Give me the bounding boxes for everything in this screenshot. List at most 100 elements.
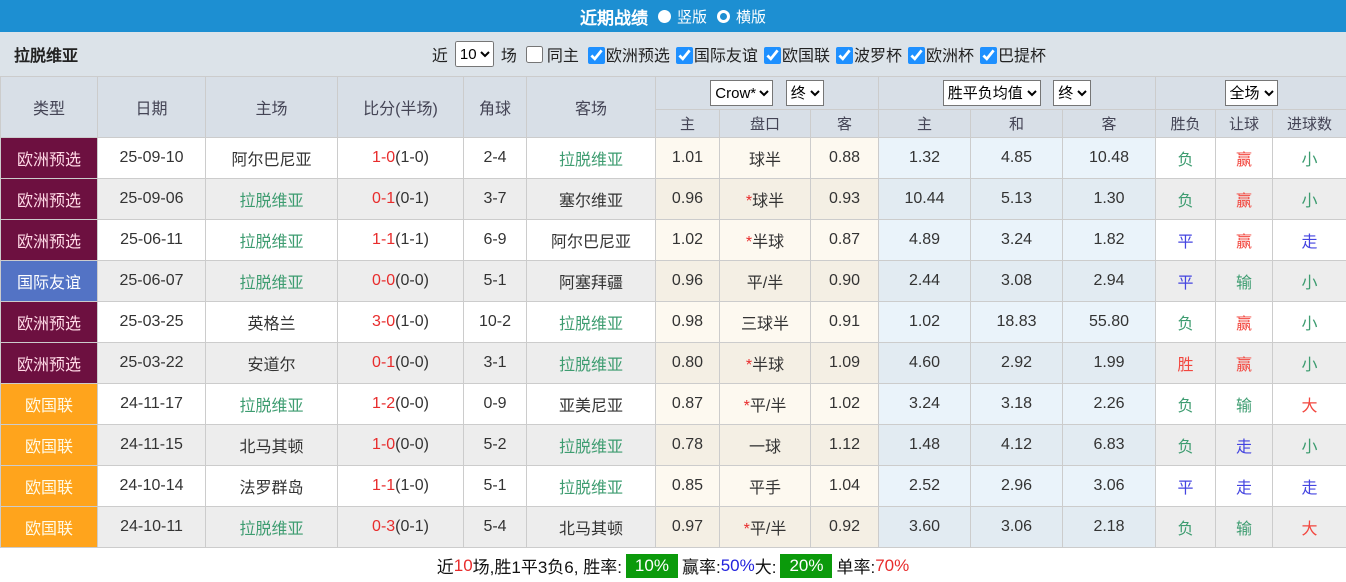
odds-away-cell: 1.12 <box>811 425 879 466</box>
home-team-cell: 拉脱维亚 <box>206 179 338 220</box>
odds-home-cell: 0.85 <box>656 466 720 507</box>
match-date-cell: 24-10-11 <box>98 507 206 548</box>
layout-radio-vertical[interactable]: 竖版 <box>658 6 707 27</box>
competition-label: 巴提杯 <box>998 48 1046 65</box>
home-team-cell: 拉脱维亚 <box>206 220 338 261</box>
home-team-cell: 北马其顿 <box>206 425 338 466</box>
summary-part: 近 <box>437 553 454 578</box>
competition-checkbox[interactable] <box>836 47 853 64</box>
sub-header-mean-draw: 和 <box>971 110 1063 138</box>
competition-checkbox[interactable] <box>588 47 605 64</box>
goals-result-cell: 小 <box>1273 261 1346 302</box>
mean-home-cell: 4.89 <box>879 220 971 261</box>
score-cell: 3-0(1-0) <box>338 302 464 343</box>
mean-home-cell: 2.44 <box>879 261 971 302</box>
mean-away-cell: 1.99 <box>1063 343 1156 384</box>
col-header-type: 类型 <box>1 77 98 138</box>
match-date-cell: 25-06-07 <box>98 261 206 302</box>
odds-home-cell: 0.87 <box>656 384 720 425</box>
match-date-cell: 24-11-15 <box>98 425 206 466</box>
handicap-cell: 平/半 <box>720 261 811 302</box>
competition-label: 欧国联 <box>782 48 830 65</box>
match-count-select[interactable]: 10 <box>455 41 494 67</box>
away-team-cell: 拉脱维亚 <box>527 425 656 466</box>
table-row: 国际友谊25-06-07拉脱维亚0-0(0-0)5-1阿塞拜疆0.96平/半0.… <box>1 261 1346 302</box>
score-cell: 0-3(0-1) <box>338 507 464 548</box>
table-row: 欧国联24-10-11拉脱维亚0-3(0-1)5-4北马其顿0.97*平/半0.… <box>1 507 1346 548</box>
summary-part: 大: <box>755 553 777 578</box>
handicap-result-cell: 输 <box>1216 507 1273 548</box>
radio-unselected-icon[interactable] <box>717 10 730 23</box>
match-type-cell: 欧洲预选 <box>1 179 98 220</box>
corner-cell: 6-9 <box>464 220 527 261</box>
handicap-cell: 三球半 <box>720 302 811 343</box>
odds-dropdowns: Crow* 终 <box>656 77 879 110</box>
score-cell: 1-0(1-0) <box>338 138 464 179</box>
sub-header-odds-away: 客 <box>811 110 879 138</box>
odds-away-cell: 0.92 <box>811 507 879 548</box>
sub-header-handicap-result: 让球 <box>1216 110 1273 138</box>
titlebar: 近期战绩 竖版 横版 <box>0 0 1346 32</box>
col-header-corner: 角球 <box>464 77 527 138</box>
match-type-cell: 欧国联 <box>1 466 98 507</box>
odds-time-select[interactable]: 终 <box>786 80 824 106</box>
wdl-result-cell: 负 <box>1156 384 1216 425</box>
handicap-cell: 平手 <box>720 466 811 507</box>
odds-away-cell: 1.04 <box>811 466 879 507</box>
corner-cell: 5-1 <box>464 466 527 507</box>
sub-header-goals: 进球数 <box>1273 110 1346 138</box>
match-type-cell: 欧洲预选 <box>1 138 98 179</box>
radio-selected-icon[interactable] <box>658 10 671 23</box>
mean-draw-cell: 2.96 <box>971 466 1063 507</box>
odds-away-cell: 0.91 <box>811 302 879 343</box>
away-team-cell: 亚美尼亚 <box>527 384 656 425</box>
away-team-cell: 拉脱维亚 <box>527 343 656 384</box>
corner-cell: 5-2 <box>464 425 527 466</box>
corner-cell: 3-1 <box>464 343 527 384</box>
col-header-home: 主场 <box>206 77 338 138</box>
wdl-result-cell: 负 <box>1156 507 1216 548</box>
mean-draw-cell: 3.08 <box>971 261 1063 302</box>
same-home-checkbox[interactable] <box>526 46 543 63</box>
filter-bar: 拉脱维亚 近 10 场 同主 欧洲预选国际友谊欧国联波罗杯欧洲杯巴提杯 <box>0 32 1346 76</box>
odds-company-select[interactable]: Crow* <box>710 80 773 106</box>
scope-select[interactable]: 全场 <box>1225 80 1278 106</box>
goals-result-cell: 大 <box>1273 384 1346 425</box>
score-cell: 1-0(0-0) <box>338 425 464 466</box>
odds-home-cell: 0.97 <box>656 507 720 548</box>
page-title: 近期战绩 <box>580 4 648 29</box>
table-row: 欧洲预选25-03-25英格兰3-0(1-0)10-2拉脱维亚0.98三球半0.… <box>1 302 1346 343</box>
match-date-cell: 24-10-14 <box>98 466 206 507</box>
col-header-away: 客场 <box>527 77 656 138</box>
competition-label: 国际友谊 <box>694 48 758 65</box>
competition-checkbox[interactable] <box>908 47 925 64</box>
mean-time-select[interactable]: 终 <box>1053 80 1091 106</box>
handicap-cell: 一球 <box>720 425 811 466</box>
mean-draw-cell: 5.13 <box>971 179 1063 220</box>
away-team-cell: 塞尔维亚 <box>527 179 656 220</box>
handicap-cell: *半球 <box>720 343 811 384</box>
table-row: 欧洲预选25-06-11拉脱维亚1-1(1-1)6-9阿尔巴尼亚1.02*半球0… <box>1 220 1346 261</box>
corner-cell: 5-4 <box>464 507 527 548</box>
wdl-result-cell: 平 <box>1156 466 1216 507</box>
col-header-score: 比分(半场) <box>338 77 464 138</box>
mean-away-cell: 55.80 <box>1063 302 1156 343</box>
mean-home-cell: 2.52 <box>879 466 971 507</box>
home-team-cell: 英格兰 <box>206 302 338 343</box>
competition-filters: 欧洲预选国际友谊欧国联波罗杯欧洲杯巴提杯 <box>582 42 1046 66</box>
competition-checkbox[interactable] <box>764 47 781 64</box>
score-cell: 1-1(1-1) <box>338 220 464 261</box>
radio-horizontal-label: 横版 <box>736 6 766 27</box>
match-type-cell: 欧洲预选 <box>1 220 98 261</box>
score-cell: 0-1(0-1) <box>338 179 464 220</box>
mean-draw-cell: 4.12 <box>971 425 1063 466</box>
wdl-result-cell: 胜 <box>1156 343 1216 384</box>
wdl-result-cell: 负 <box>1156 302 1216 343</box>
competition-checkbox[interactable] <box>676 47 693 64</box>
mean-select[interactable]: 胜平负均值 <box>943 80 1041 106</box>
mean-away-cell: 2.26 <box>1063 384 1156 425</box>
mean-away-cell: 1.30 <box>1063 179 1156 220</box>
layout-radio-horizontal[interactable]: 横版 <box>717 6 766 27</box>
match-date-cell: 25-09-10 <box>98 138 206 179</box>
competition-checkbox[interactable] <box>980 47 997 64</box>
